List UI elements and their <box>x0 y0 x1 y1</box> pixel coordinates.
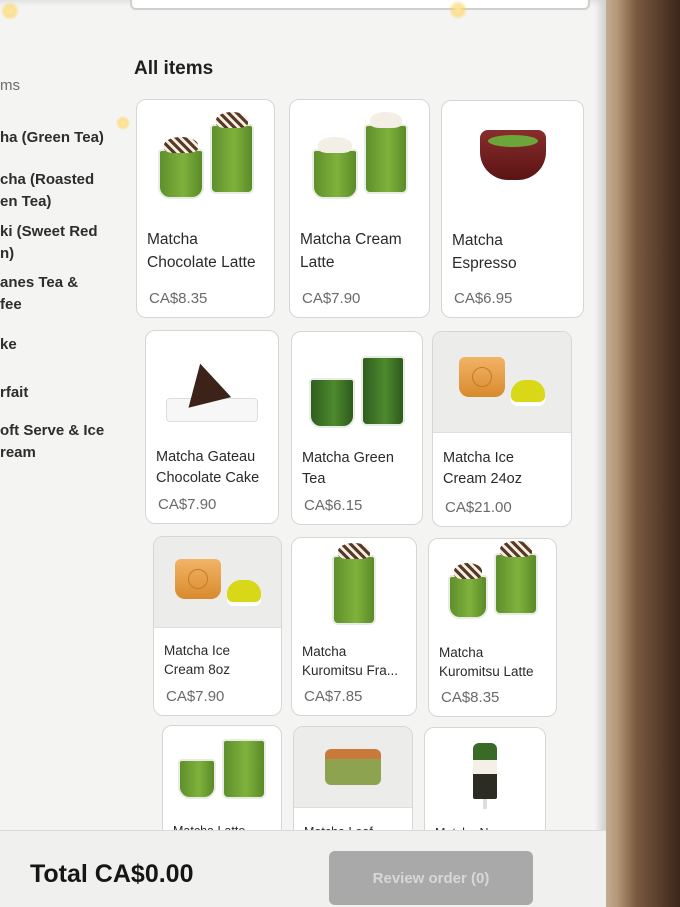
product-price: CA$8.35 <box>149 290 208 307</box>
product-name: Matcha Kuromitsu Fra... <box>302 644 399 678</box>
product-price: CA$7.90 <box>158 496 217 513</box>
top-bar-edge <box>130 0 590 10</box>
matcha-chocolate-latte-icon <box>137 100 274 218</box>
product-price: CA$21.00 <box>445 499 512 516</box>
sidebar-item-soft-serve-ice-cream[interactable]: oft Serve & Ice ream <box>0 420 104 464</box>
section-title: All items <box>134 58 214 79</box>
kiosk-frame <box>600 0 680 907</box>
kuromitsu-latte-icon <box>429 539 556 629</box>
order-total: Total CA$0.00 <box>30 860 194 888</box>
sidebar-item-azuki[interactable]: ki (Sweet Red n) <box>0 221 98 265</box>
matcha-espresso-bowl-icon <box>442 101 583 219</box>
product-price: CA$8.35 <box>441 689 500 706</box>
product-name: Matcha Cream Latte <box>300 231 402 271</box>
product-price: CA$6.95 <box>454 290 513 307</box>
product-price: CA$6.15 <box>304 497 363 514</box>
product-card[interactable]: Matcha Cream Latte CA$7.90 <box>289 99 430 318</box>
product-price: CA$7.85 <box>304 688 363 705</box>
kiosk-screen: ms ha (Green Tea) cha (Roasted en Tea) k… <box>0 0 606 907</box>
review-order-button[interactable]: Review order (0) <box>329 851 533 905</box>
product-name: Matcha Ice Cream 8oz <box>164 643 231 677</box>
matcha-latte-icon <box>163 726 281 812</box>
ceiling-light-reflection <box>1 2 19 20</box>
product-card[interactable]: Matcha Gateau Chocolate Cake CA$7.90 <box>145 330 279 524</box>
ice-cream-tub-icon <box>433 332 571 433</box>
product-card[interactable]: Matcha Kuromitsu Fra... CA$7.85 <box>291 537 417 716</box>
product-price: CA$7.90 <box>302 290 361 307</box>
sidebar-item-hojicha[interactable]: cha (Roasted en Tea) <box>0 169 94 213</box>
product-card[interactable]: Matcha Ice Cream 24oz CA$21.00 <box>432 331 572 527</box>
product-name: Matcha Chocolate Latte <box>147 231 256 271</box>
product-name: Matcha Ice Cream 24oz <box>443 450 522 487</box>
matcha-parfait-icon <box>425 728 545 814</box>
sidebar-item-japanese-tea-coffee[interactable]: anes Tea & fee <box>0 272 78 316</box>
product-name: Matcha Kuromitsu Latte <box>439 645 534 679</box>
chocolate-cake-icon <box>146 331 278 449</box>
product-price: CA$7.90 <box>166 688 225 705</box>
ceiling-light-reflection <box>116 116 130 130</box>
sidebar-item-matcha[interactable]: ha (Green Tea) <box>0 127 104 149</box>
product-name: Matcha Espresso <box>452 232 517 272</box>
product-card[interactable]: Matcha Ice Cream 8oz CA$7.90 <box>153 536 282 716</box>
kuromitsu-frappe-icon <box>292 538 416 628</box>
ice-cream-tub-icon <box>154 537 281 628</box>
product-name: Matcha Green Tea <box>302 450 394 487</box>
sidebar-item-cake[interactable]: ke <box>0 334 17 356</box>
ceiling-light-reflection <box>449 1 467 19</box>
product-card[interactable]: Matcha Kuromitsu Latte CA$8.35 <box>428 538 557 717</box>
matcha-loaf-icon <box>294 727 412 808</box>
sidebar-item-all-items[interactable]: ms <box>0 75 20 97</box>
product-name: Matcha Gateau Chocolate Cake <box>156 449 260 486</box>
sidebar-item-parfait[interactable]: rfait <box>0 382 28 404</box>
product-card[interactable]: Matcha Green Tea CA$6.15 <box>291 331 423 525</box>
product-card[interactable]: Matcha Espresso CA$6.95 <box>441 100 584 318</box>
product-card[interactable]: Matcha Chocolate Latte CA$8.35 <box>136 99 275 318</box>
matcha-green-tea-icon <box>292 332 422 450</box>
matcha-cream-latte-icon <box>290 100 429 218</box>
